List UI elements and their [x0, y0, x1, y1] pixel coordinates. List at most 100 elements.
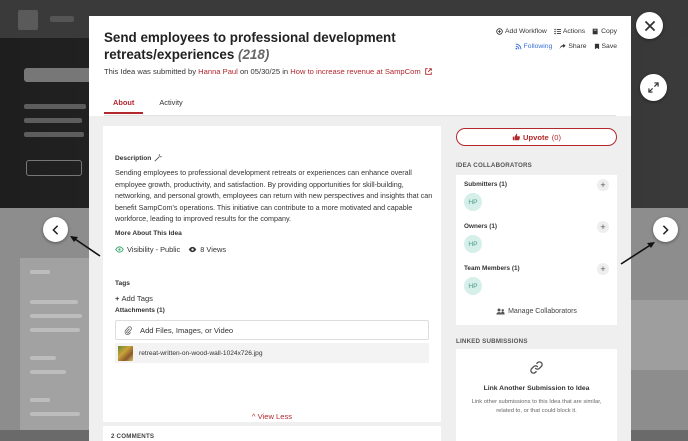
link-icon: [530, 361, 543, 374]
background-line: [30, 356, 56, 360]
view-less-label: View Less: [257, 412, 293, 421]
upvote-count: (0): [551, 132, 562, 142]
manage-collaborators-label: Manage Collaborators: [508, 308, 577, 315]
collaborators-heading: IDEA COLLABORATORS: [456, 162, 533, 169]
linked-submissions-card[interactable]: Link Another Submission to Idea Link oth…: [456, 349, 617, 441]
side-panel: Upvote (0) IDEA COLLABORATORS Submitters…: [455, 116, 619, 441]
upvote-label: Upvote: [522, 132, 549, 142]
modal-header: Send employees to professional developme…: [89, 16, 631, 116]
actions-menu-button[interactable]: Actions: [554, 28, 585, 35]
share-icon: [560, 43, 567, 49]
bookmark-icon: [594, 43, 599, 50]
action-row-top: Add Workflow Actions Copy: [496, 28, 617, 35]
attachment-item[interactable]: retreat-written-on-wood-wall-1024x726.jp…: [115, 343, 429, 363]
attachments-label: Attachments (1): [115, 307, 165, 314]
description-text: Sending employees to professional develo…: [115, 168, 433, 223]
eye-icon: [115, 246, 124, 253]
team-members-label: Team Members (1): [464, 265, 520, 272]
submitted-in-text: in: [282, 67, 289, 76]
upvote-button[interactable]: Upvote (0): [456, 128, 617, 146]
add-tags-label: Add Tags: [121, 294, 153, 303]
add-submitter-button[interactable]: +: [597, 179, 609, 191]
challenge-link[interactable]: How to increase revenue at SampCom: [290, 67, 420, 76]
background-hero-title: [24, 68, 94, 82]
modal-body: Description Sending employees to profess…: [89, 116, 631, 441]
save-label: Save: [601, 43, 618, 50]
views-item: 8 Views: [188, 245, 226, 254]
close-icon: [644, 20, 655, 31]
add-team-member-button[interactable]: +: [597, 263, 609, 275]
background-hero-button: [26, 160, 82, 176]
add-files-button[interactable]: Add Files, Images, or Video: [115, 320, 429, 340]
tab-about[interactable]: About: [104, 98, 144, 114]
submitter-link[interactable]: Hanna Paul: [198, 67, 238, 76]
plus-icon: +: [600, 221, 606, 232]
owners-label: Owners (1): [464, 223, 498, 230]
save-button[interactable]: Save: [594, 43, 618, 50]
background-line: [30, 412, 80, 416]
close-modal-button[interactable]: [636, 12, 663, 39]
copy-icon: [592, 28, 598, 35]
rss-icon: [515, 43, 522, 50]
next-idea-button[interactable]: [653, 217, 678, 242]
plus-icon: +: [115, 294, 120, 303]
copy-button[interactable]: Copy: [592, 28, 617, 35]
tab-activity[interactable]: Activity: [159, 98, 182, 114]
add-owner-button[interactable]: +: [597, 221, 609, 233]
background-line: [30, 398, 50, 402]
plus-circle-icon: [496, 28, 503, 35]
about-card: Description Sending employees to profess…: [103, 126, 441, 422]
chevron-up-icon: ^: [251, 412, 256, 421]
previous-idea-button[interactable]: [43, 217, 68, 242]
idea-title: Send employees to professional developme…: [104, 29, 414, 63]
add-files-label: Add Files, Images, or Video: [140, 325, 234, 335]
submitted-date: 05/30/25: [250, 67, 281, 76]
tab-bar: About Activity: [104, 98, 183, 114]
submitters-label: Submitters (1): [464, 181, 507, 188]
background-hero-line: [24, 118, 82, 123]
collaborators-card: Submitters (1) + HP Owners (1) + HP Team…: [456, 175, 617, 325]
manage-collaborators-button[interactable]: Manage Collaborators: [456, 308, 617, 315]
expand-button[interactable]: [640, 74, 667, 101]
add-workflow-button[interactable]: Add Workflow: [496, 28, 547, 35]
edit-wand-icon[interactable]: [154, 154, 162, 162]
comments-card: 2 COMMENTS: [103, 426, 441, 441]
owner-avatar[interactable]: HP: [464, 235, 482, 253]
add-tags-button[interactable]: + Add Tags: [115, 294, 153, 303]
background-nav: [50, 16, 74, 22]
plus-icon: +: [600, 179, 606, 190]
background-line: [30, 328, 80, 332]
add-workflow-label: Add Workflow: [505, 28, 547, 35]
tags-label: Tags: [115, 280, 130, 287]
chevron-right-icon: [662, 224, 669, 235]
idea-modal: Send employees to professional developme…: [89, 16, 631, 441]
paperclip-icon: [124, 325, 132, 335]
background-line: [30, 314, 82, 318]
background-sidebar: [20, 258, 90, 438]
share-button[interactable]: Share: [559, 43, 587, 50]
background-right-card: [628, 300, 688, 370]
visibility-item: Visibility - Public: [115, 245, 180, 254]
list-icon: [554, 28, 561, 35]
following-button[interactable]: Following: [515, 43, 552, 50]
team-member-avatar[interactable]: HP: [464, 277, 482, 295]
plus-icon: +: [600, 263, 606, 274]
chevron-left-icon: [52, 224, 59, 235]
submitted-line: This Idea was submitted by Hanna Paul on…: [104, 67, 432, 76]
linked-submissions-desc: Link other submissions to this Idea that…: [471, 399, 602, 414]
views-eye-icon: [189, 246, 197, 253]
external-link-icon[interactable]: [425, 68, 432, 75]
submitter-avatar[interactable]: HP: [464, 193, 482, 211]
background-line: [30, 370, 66, 374]
submitted-prefix: This Idea was submitted by: [104, 67, 197, 76]
comments-label: 2 COMMENTS: [111, 433, 155, 440]
description-label-text: Description: [115, 154, 152, 162]
linked-submissions-title: Link Another Submission to Idea: [483, 385, 590, 392]
attachment-thumbnail: [118, 345, 133, 361]
more-about-label: More About This Idea: [115, 230, 182, 237]
thumbs-up-icon: [512, 133, 520, 141]
users-icon: [496, 308, 505, 315]
view-less-button[interactable]: ^ View Less: [103, 412, 441, 421]
share-label: Share: [568, 43, 587, 50]
visibility-text: Visibility - Public: [127, 245, 181, 254]
